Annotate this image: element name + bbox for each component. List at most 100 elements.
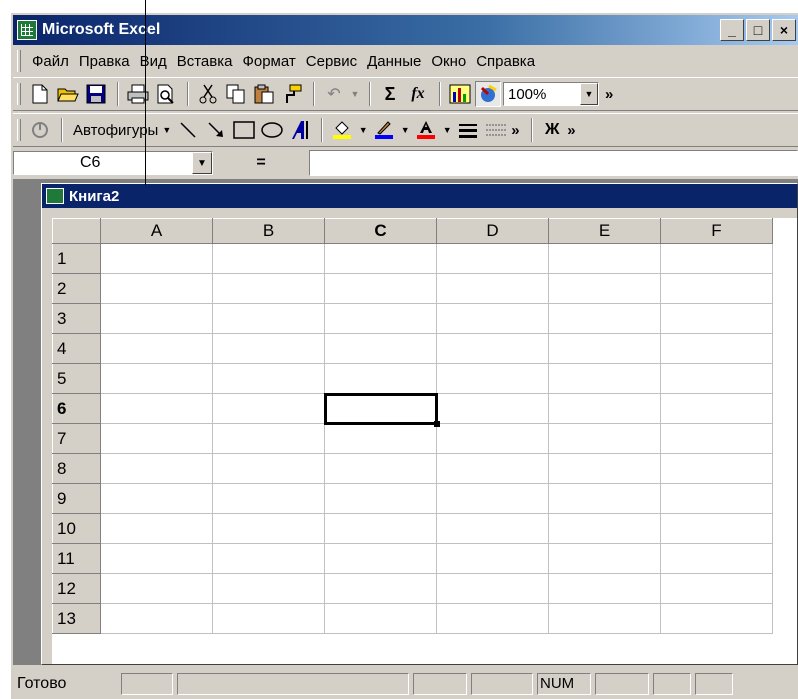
cell-f1[interactable]	[660, 243, 773, 274]
cell-f3[interactable]	[660, 303, 773, 334]
undo-icon[interactable]: ↶	[321, 81, 347, 107]
cell-d10[interactable]	[436, 513, 549, 544]
row-header[interactable]: 8	[52, 453, 101, 484]
row-header[interactable]: 11	[52, 543, 101, 574]
cell-a12[interactable]	[100, 573, 213, 604]
chevron-down-icon[interactable]: ▼	[580, 83, 598, 105]
cell-d1[interactable]	[436, 243, 549, 274]
name-box[interactable]: C6 ▼	[13, 151, 213, 175]
column-header-e[interactable]: E	[548, 218, 661, 244]
cell-d11[interactable]	[436, 543, 549, 574]
cell-e5[interactable]	[548, 363, 661, 394]
cell-c10[interactable]	[324, 513, 437, 544]
cell-f4[interactable]	[660, 333, 773, 364]
open-folder-icon[interactable]	[55, 81, 81, 107]
row-header[interactable]: 7	[52, 423, 101, 454]
cell-c4[interactable]	[324, 333, 437, 364]
cell-b9[interactable]	[212, 483, 325, 514]
cell-a4[interactable]	[100, 333, 213, 364]
cell-b10[interactable]	[212, 513, 325, 544]
cell-b3[interactable]	[212, 303, 325, 334]
menu-format[interactable]: Формат	[237, 51, 300, 72]
title-bar[interactable]: Microsoft Excel _ □ ×	[13, 15, 798, 45]
cell-f6[interactable]	[660, 393, 773, 424]
cell-e3[interactable]	[548, 303, 661, 334]
cell-c9[interactable]	[324, 483, 437, 514]
cell-a6[interactable]	[100, 393, 213, 424]
cut-scissors-icon[interactable]	[195, 81, 221, 107]
cell-e10[interactable]	[548, 513, 661, 544]
copy-icon[interactable]	[223, 81, 249, 107]
line-color-dropdown-icon[interactable]: ▼	[399, 117, 411, 143]
row-header[interactable]: 3	[52, 303, 101, 334]
oval-tool-icon[interactable]	[259, 117, 285, 143]
cell-b2[interactable]	[212, 273, 325, 304]
cell-e13[interactable]	[548, 603, 661, 634]
cell-e4[interactable]	[548, 333, 661, 364]
toolbar-grip[interactable]	[17, 119, 21, 141]
drawing-toggle-icon[interactable]	[475, 81, 501, 107]
row-header[interactable]: 9	[52, 483, 101, 514]
row-header[interactable]: 10	[52, 513, 101, 544]
cell-b4[interactable]	[212, 333, 325, 364]
arrow-tool-icon[interactable]	[203, 117, 229, 143]
cell-e9[interactable]	[548, 483, 661, 514]
cell-d3[interactable]	[436, 303, 549, 334]
excel-app-icon[interactable]	[17, 20, 37, 40]
cell-d9[interactable]	[436, 483, 549, 514]
cell-b1[interactable]	[212, 243, 325, 274]
column-header-c[interactable]: C	[324, 218, 437, 244]
cell-e6[interactable]	[548, 393, 661, 424]
cell-c5[interactable]	[324, 363, 437, 394]
cell-a2[interactable]	[100, 273, 213, 304]
menu-file[interactable]: Файл	[27, 51, 74, 72]
edit-formula-button[interactable]: =	[213, 151, 309, 175]
cell-c12[interactable]	[324, 573, 437, 604]
cell-a5[interactable]	[100, 363, 213, 394]
rectangle-tool-icon[interactable]	[231, 117, 257, 143]
line-tool-icon[interactable]	[175, 117, 201, 143]
column-header-a[interactable]: A	[100, 218, 213, 244]
paste-icon[interactable]	[251, 81, 277, 107]
cell-a1[interactable]	[100, 243, 213, 274]
close-button[interactable]: ×	[772, 19, 796, 41]
menu-view[interactable]: Вид	[135, 51, 172, 72]
cell-f5[interactable]	[660, 363, 773, 394]
font-color-icon[interactable]	[413, 117, 439, 143]
menu-window[interactable]: Окно	[426, 51, 471, 72]
chevron-down-icon[interactable]: ▼	[192, 152, 212, 174]
cell-c3[interactable]	[324, 303, 437, 334]
row-header[interactable]: 1	[52, 243, 101, 274]
select-all-corner[interactable]	[52, 218, 101, 244]
menu-edit[interactable]: Правка	[74, 51, 135, 72]
cell-d13[interactable]	[436, 603, 549, 634]
cell-a3[interactable]	[100, 303, 213, 334]
row-header[interactable]: 5	[52, 363, 101, 394]
cell-c7[interactable]	[324, 423, 437, 454]
cell-e12[interactable]	[548, 573, 661, 604]
menu-insert[interactable]: Вставка	[172, 51, 238, 72]
workbook-icon[interactable]	[46, 188, 64, 204]
cell-f9[interactable]	[660, 483, 773, 514]
workbook-title-bar[interactable]: Книга2	[42, 184, 797, 208]
cell-b6[interactable]	[212, 393, 325, 424]
cell-b11[interactable]	[212, 543, 325, 574]
new-document-icon[interactable]	[27, 81, 53, 107]
cell-c1[interactable]	[324, 243, 437, 274]
cell-a9[interactable]	[100, 483, 213, 514]
function-button[interactable]: fx	[405, 81, 431, 107]
row-header[interactable]: 4	[52, 333, 101, 364]
toolbar-grip[interactable]	[17, 83, 21, 105]
toolbar-more-icon[interactable]: »	[567, 122, 581, 139]
cell-a11[interactable]	[100, 543, 213, 574]
cell-d2[interactable]	[436, 273, 549, 304]
cell-c11[interactable]	[324, 543, 437, 574]
column-header-f[interactable]: F	[660, 218, 773, 244]
cell-f8[interactable]	[660, 453, 773, 484]
menu-data[interactable]: Данные	[362, 51, 426, 72]
cell-c13[interactable]	[324, 603, 437, 634]
cell-b7[interactable]	[212, 423, 325, 454]
undo-dropdown-icon[interactable]: ▼	[349, 81, 361, 107]
draw-select-icon[interactable]	[27, 117, 53, 143]
cell-e8[interactable]	[548, 453, 661, 484]
